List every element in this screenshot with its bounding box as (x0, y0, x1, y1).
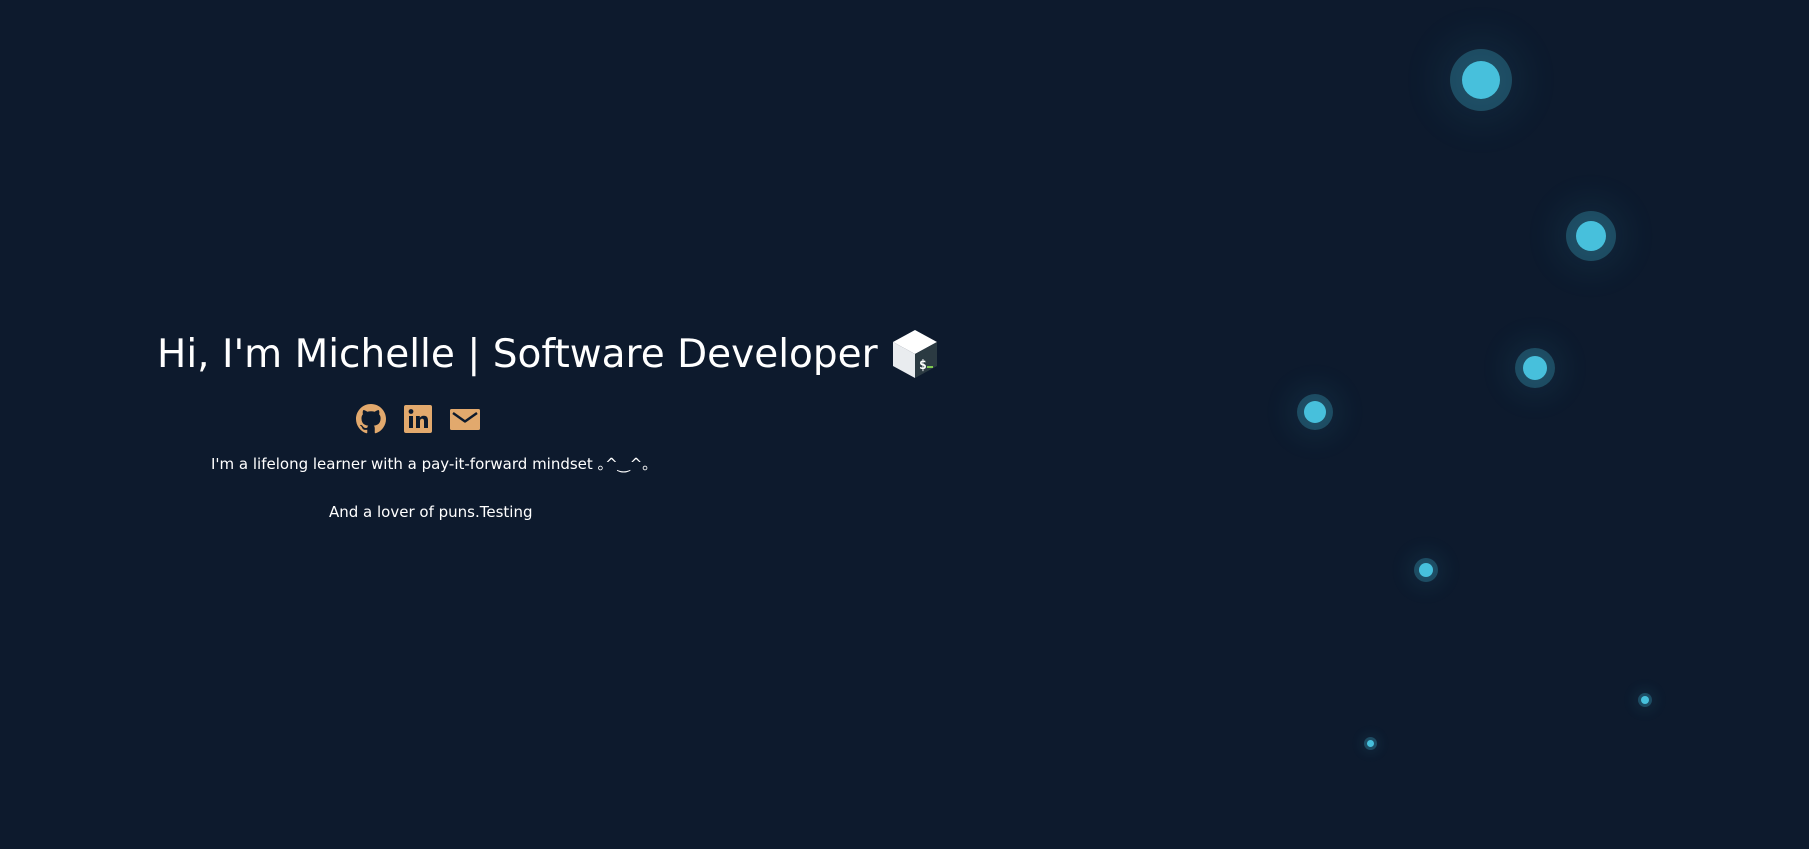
linkedin-link[interactable] (403, 404, 433, 434)
glow-bubble (1304, 401, 1326, 423)
glow-bubble (1462, 61, 1500, 99)
bash-terminal-icon: $ (892, 330, 937, 378)
glow-bubble (1576, 221, 1606, 251)
glow-bubble (1523, 356, 1547, 380)
page-title: Hi, I'm Michelle | Software Developer (157, 331, 878, 377)
email-icon (450, 409, 480, 430)
svg-text:$: $ (919, 358, 927, 373)
puns-text: And a lover of puns.Testing (329, 503, 533, 521)
title-row: Hi, I'm Michelle | Software Developer $ (157, 326, 937, 382)
social-links (356, 404, 480, 434)
github-link[interactable] (356, 404, 386, 434)
linkedin-icon (404, 405, 432, 433)
github-icon (356, 404, 386, 434)
tagline: I'm a lifelong learner with a pay-it-for… (211, 455, 650, 473)
email-link[interactable] (450, 404, 480, 434)
glow-bubble (1641, 696, 1649, 704)
glow-bubble (1419, 563, 1433, 577)
glow-bubble (1367, 740, 1374, 747)
hero-section: Hi, I'm Michelle | Software Developer $ (157, 326, 937, 521)
